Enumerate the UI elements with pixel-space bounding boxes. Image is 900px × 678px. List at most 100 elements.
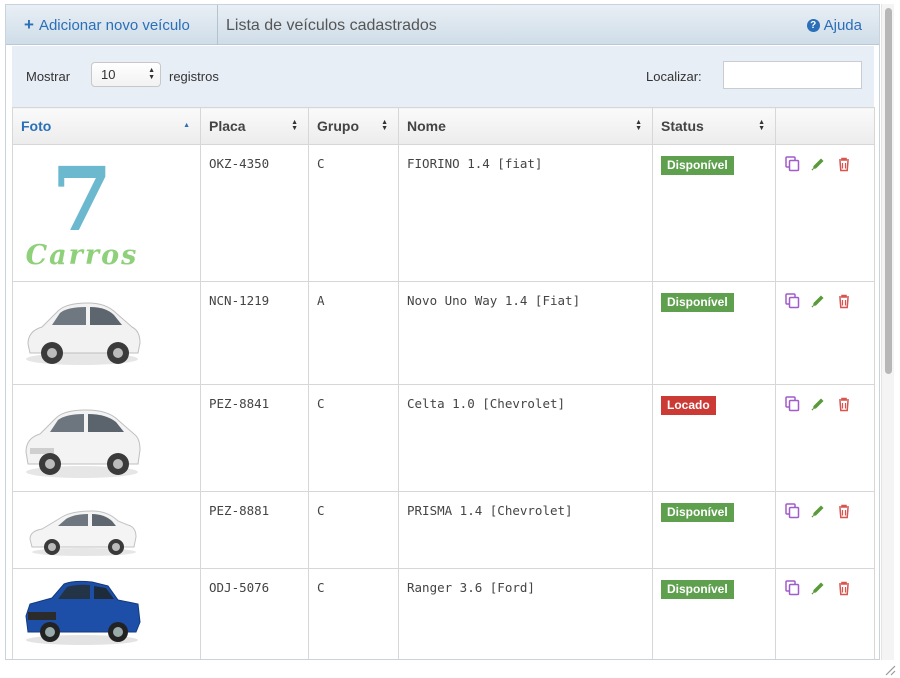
scrollbar-thumb[interactable] <box>885 8 892 374</box>
status-cell: Disponível <box>652 281 776 385</box>
vehicle-list-panel: + Adicionar novo veículo Lista de veícul… <box>5 4 880 660</box>
column-label: Placa <box>209 118 246 134</box>
logo-number: 7 <box>51 152 112 251</box>
plate-cell: OKZ-4350 <box>200 144 309 282</box>
vehicle-photo-cell <box>12 568 201 659</box>
copy-icon[interactable] <box>784 503 800 519</box>
search-label: Localizar: <box>646 69 702 84</box>
page-title: Lista de veículos cadastrados <box>226 17 437 34</box>
name-cell: FIORINO 1.4 [fiat] <box>398 144 653 282</box>
add-vehicle-button[interactable]: + Adicionar novo veículo <box>6 5 218 45</box>
actions-cell <box>775 491 875 569</box>
vehicle-photo-cell <box>12 491 201 569</box>
column-label: Foto <box>21 118 52 134</box>
actions-cell <box>775 281 875 385</box>
sort-icon: ▲ ▼ <box>758 119 765 132</box>
column-label: Status <box>661 118 704 134</box>
question-icon: ? <box>806 18 820 32</box>
group-cell: C <box>308 384 399 492</box>
trash-icon[interactable] <box>836 396 852 412</box>
car-photo-image <box>22 499 142 559</box>
column-header-status[interactable]: Status ▲ ▼ <box>652 107 776 145</box>
help-link[interactable]: ? Ajuda <box>806 5 862 45</box>
vertical-scrollbar[interactable] <box>881 4 894 660</box>
group-cell: C <box>308 144 399 282</box>
table-header: Foto ▲ Placa ▲ ▼ Grupo ▲ ▼ Nome ▲ ▼ Status ▲ ▼ <box>12 107 875 145</box>
sort-icon: ▲ ▼ <box>635 119 642 132</box>
pencil-icon[interactable] <box>810 396 826 412</box>
trash-icon[interactable] <box>836 503 852 519</box>
trash-icon[interactable] <box>836 293 852 309</box>
car-photo-image <box>22 576 142 648</box>
show-label: Mostrar <box>26 69 71 84</box>
column-header-name[interactable]: Nome ▲ ▼ <box>398 107 653 145</box>
table-row: 7 Carros OKZ-4350 C FIORINO 1.4 [fiat] D… <box>12 144 875 282</box>
plate-cell: PEZ-8881 <box>200 491 309 569</box>
actions-cell <box>775 144 875 282</box>
pencil-icon[interactable] <box>810 503 826 519</box>
vehicle-photo-cell: 7 Carros <box>12 144 201 282</box>
column-header-actions <box>775 107 875 145</box>
column-label: Nome <box>407 118 446 134</box>
status-badge: Disponível <box>661 580 734 599</box>
table-row: PEZ-8841 C Celta 1.0 [Chevrolet] Locado <box>12 384 875 492</box>
column-header-plate[interactable]: Placa ▲ ▼ <box>200 107 309 145</box>
company-logo-image: 7 Carros <box>22 152 142 272</box>
status-badge: Locado <box>661 396 716 415</box>
table-row: PEZ-8881 C PRISMA 1.4 [Chevrolet] Dispon… <box>12 491 875 569</box>
help-label: Ajuda <box>823 16 862 34</box>
records-label: registros <box>169 69 219 84</box>
status-cell: Disponível <box>652 144 776 282</box>
sort-icon: ▲ ▼ <box>291 119 298 132</box>
name-cell: Celta 1.0 [Chevrolet] <box>398 384 653 492</box>
column-header-group[interactable]: Grupo ▲ ▼ <box>308 107 399 145</box>
status-cell: Disponível <box>652 568 776 659</box>
sort-icon: ▲ ▼ <box>381 119 388 132</box>
car-photo-image <box>22 289 142 374</box>
group-cell: C <box>308 491 399 569</box>
select-arrows-icon: ▲ ▼ <box>148 67 155 81</box>
name-cell: Novo Uno Way 1.4 [Fiat] <box>398 281 653 385</box>
status-badge: Disponível <box>661 503 734 522</box>
pencil-icon[interactable] <box>810 156 826 172</box>
status-cell: Disponível <box>652 491 776 569</box>
copy-icon[interactable] <box>784 156 800 172</box>
trash-icon[interactable] <box>836 580 852 596</box>
status-badge: Disponível <box>661 293 734 312</box>
group-cell: A <box>308 281 399 385</box>
logo-word: Carros <box>26 240 139 271</box>
copy-icon[interactable] <box>784 396 800 412</box>
status-badge: Disponível <box>661 156 734 175</box>
search-input[interactable] <box>723 61 862 89</box>
status-cell: Locado <box>652 384 776 492</box>
name-cell: Ranger 3.6 [Ford] <box>398 568 653 659</box>
table-row: ODJ-5076 C Ranger 3.6 [Ford] Disponível <box>12 568 875 659</box>
resize-grip-icon[interactable] <box>882 662 896 676</box>
column-header-photo[interactable]: Foto ▲ <box>12 107 201 145</box>
page-size-select[interactable]: 10 ▲ ▼ <box>91 62 161 87</box>
plate-cell: NCN-1219 <box>200 281 309 385</box>
table-toolbar: Mostrar 10 ▲ ▼ registros Localizar: <box>12 46 874 107</box>
vehicle-photo-cell <box>12 281 201 385</box>
pencil-icon[interactable] <box>810 580 826 596</box>
actions-cell <box>775 384 875 492</box>
copy-icon[interactable] <box>784 580 800 596</box>
pencil-icon[interactable] <box>810 293 826 309</box>
car-photo-image <box>22 392 142 482</box>
page-size-value: 10 <box>101 67 116 82</box>
top-bar: + Adicionar novo veículo Lista de veícul… <box>6 5 879 45</box>
column-label: Grupo <box>317 118 359 134</box>
name-cell: PRISMA 1.4 [Chevrolet] <box>398 491 653 569</box>
actions-cell <box>775 568 875 659</box>
vehicle-table: Foto ▲ Placa ▲ ▼ Grupo ▲ ▼ Nome ▲ ▼ Status ▲ ▼ 7 … <box>12 107 875 659</box>
trash-icon[interactable] <box>836 156 852 172</box>
plate-cell: ODJ-5076 <box>200 568 309 659</box>
sort-asc-icon: ▲ <box>183 122 190 129</box>
copy-icon[interactable] <box>784 293 800 309</box>
add-vehicle-label: Adicionar novo veículo <box>38 16 190 34</box>
table-row: NCN-1219 A Novo Uno Way 1.4 [Fiat] Dispo… <box>12 281 875 385</box>
group-cell: C <box>308 568 399 659</box>
vehicle-photo-cell <box>12 384 201 492</box>
plus-icon: + <box>24 15 34 34</box>
plate-cell: PEZ-8841 <box>200 384 309 492</box>
